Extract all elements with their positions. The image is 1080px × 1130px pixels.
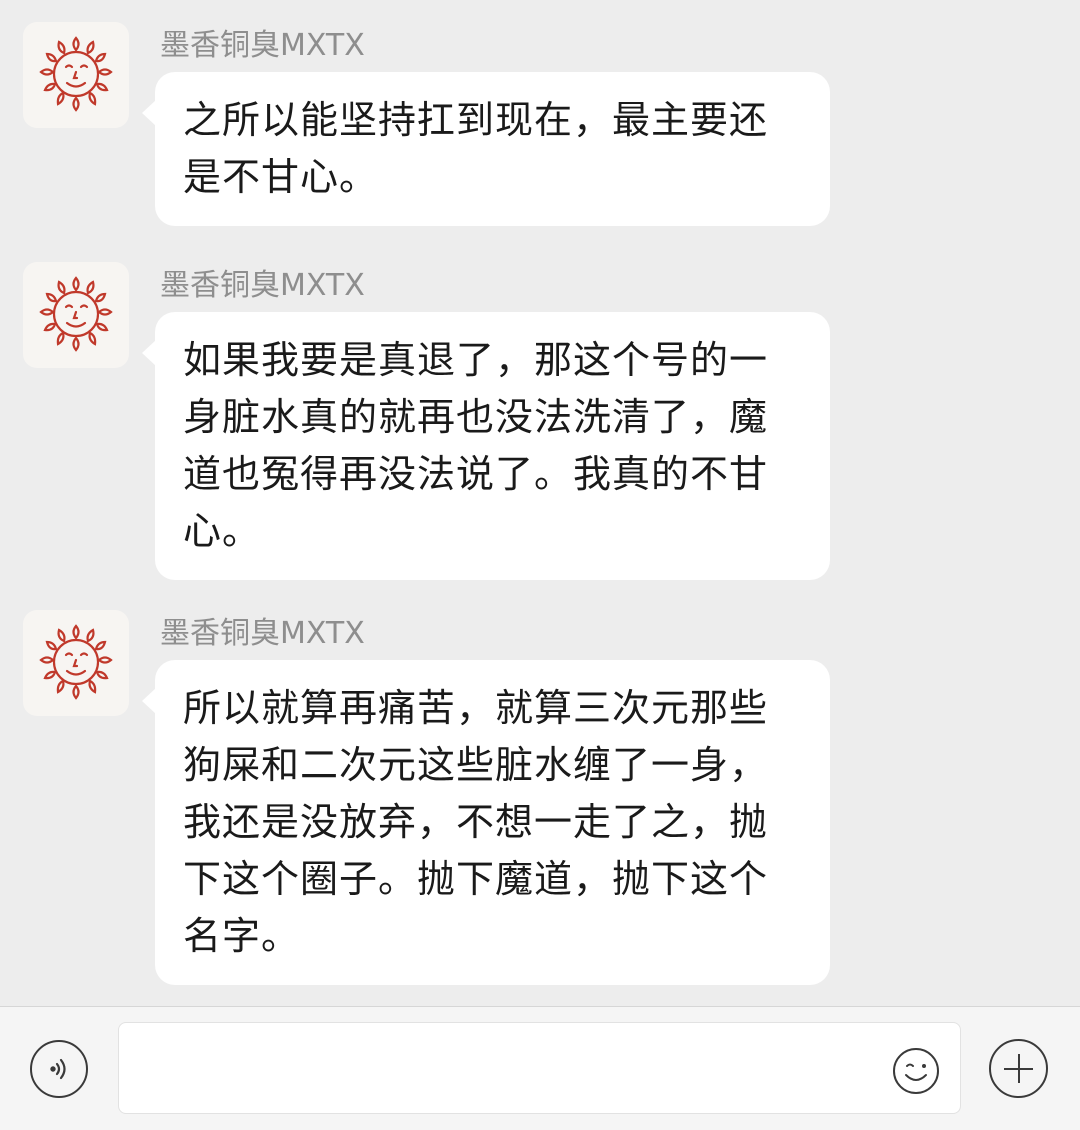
sender-name: 墨香铜臭MXTX xyxy=(160,268,365,303)
message-bubble[interactable]: 之所以能坚持扛到现在，最主要还是不甘心。 xyxy=(142,72,830,226)
message-text: 如果我要是真退了，那这个号的一身脏水真的就再也没法洗清了，魔道也冤得再没法说了。… xyxy=(183,338,769,553)
message-text: 所以就算再痛苦，就算三次元那些狗屎和二次元这些脏水缠了一身，我还是没放弃，不想一… xyxy=(183,686,769,958)
plus-icon[interactable] xyxy=(989,1039,1048,1098)
sender-name: 墨香铜臭MXTX xyxy=(160,616,365,651)
message-bubble[interactable]: 如果我要是真退了，那这个号的一身脏水真的就再也没法洗清了，魔道也冤得再没法说了。… xyxy=(142,312,830,580)
message-bubble[interactable]: 所以就算再痛苦，就算三次元那些狗屎和二次元这些脏水缠了一身，我还是没放弃，不想一… xyxy=(142,660,830,985)
emoji-icon[interactable] xyxy=(891,1046,941,1096)
sunflower-avatar-icon[interactable] xyxy=(23,262,129,368)
sender-name: 墨香铜臭MXTX xyxy=(160,28,365,63)
chat-message-list[interactable]: 墨香铜臭MXTX 之所以能坚持扛到现在，最主要还是不甘心。 墨香铜臭MXTX 如… xyxy=(0,0,1080,1006)
sunflower-avatar-icon[interactable] xyxy=(23,610,129,716)
message-text: 之所以能坚持扛到现在，最主要还是不甘心。 xyxy=(183,98,769,199)
voice-icon[interactable] xyxy=(30,1040,88,1098)
voice-wave-icon xyxy=(50,1058,66,1080)
message-input-box[interactable] xyxy=(118,1022,961,1114)
message-input[interactable] xyxy=(133,1033,877,1105)
sunflower-avatar-icon[interactable] xyxy=(23,22,129,128)
